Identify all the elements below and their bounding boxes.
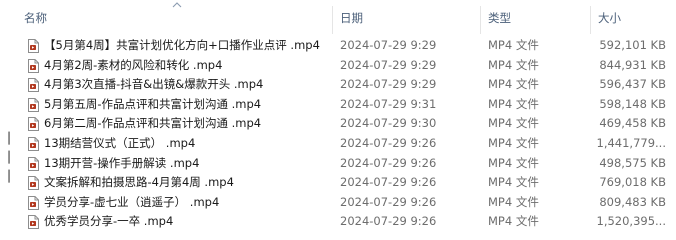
file-size: 598,148 KB (599, 96, 666, 111)
file-row[interactable]: 文案拆解和拍摄思路-4月第4周 .mp4 2024-07-29 9:26 MP4… (0, 173, 676, 193)
file-name: 5月第五周-作品点评和共富计划沟通 .mp4 (44, 96, 262, 111)
file-name: 学员分享-虚七业（逍遥子） .mp4 (44, 194, 220, 209)
file-row[interactable]: 优秀学员分享-一卒 .mp4 2024-07-29 9:26 MP4 文件 1,… (0, 212, 676, 232)
column-header-name-label: 名称 (24, 11, 47, 25)
file-type: MP4 文件 (488, 175, 539, 190)
file-row[interactable]: 4月第2周-素材的风险和转化 .mp4 2024-07-29 9:29 MP4 … (0, 56, 676, 76)
video-file-icon (28, 117, 39, 132)
file-date: 2024-07-29 9:26 (340, 194, 437, 209)
file-row[interactable]: 6月第二周-作品点评和共富计划沟通 .mp4 2024-07-29 9:30 M… (0, 114, 676, 134)
file-date: 2024-07-29 9:26 (340, 214, 437, 229)
chevron-up-icon (172, 2, 182, 8)
column-divider[interactable] (480, 6, 481, 34)
video-file-icon (28, 195, 39, 210)
column-header-date[interactable]: 日期 (334, 0, 478, 36)
file-size: 1,520,395... (596, 214, 667, 229)
video-file-icon (28, 58, 39, 73)
video-file-icon (28, 78, 39, 93)
file-row[interactable]: 4月第3次直播-抖音&出镜&爆款开头 .mp4 2024-07-29 9:29 … (0, 75, 676, 95)
column-header-type[interactable]: 类型 (482, 0, 588, 36)
file-name: 6月第二周-作品点评和共富计划沟通 .mp4 (44, 116, 262, 131)
file-name: 13期结营仪式（正式） .mp4 (44, 135, 196, 150)
file-size: 769,018 KB (599, 175, 666, 190)
file-size: 844,931 KB (599, 57, 666, 72)
video-file-icon (28, 97, 39, 112)
video-file-icon (28, 215, 39, 230)
file-row[interactable]: 13期结营仪式（正式） .mp4 2024-07-29 9:26 MP4 文件 … (0, 134, 676, 154)
video-file-icon (28, 39, 39, 53)
file-row[interactable]: 【5月第4周】共富计划优化方向+口播作业点评 .mp4 2024-07-29 9… (0, 36, 676, 56)
file-date: 2024-07-29 9:29 (340, 38, 437, 52)
file-row[interactable]: 13期开营-操作手册解读 .mp4 2024-07-29 9:26 MP4 文件… (0, 154, 676, 174)
file-date: 2024-07-29 9:26 (340, 135, 437, 150)
file-type: MP4 文件 (488, 135, 539, 150)
file-type: MP4 文件 (488, 214, 539, 229)
file-size: 596,437 KB (599, 77, 666, 92)
column-divider[interactable] (590, 6, 591, 34)
video-file-icon (28, 176, 39, 191)
file-type: MP4 文件 (488, 77, 539, 92)
file-size: 498,575 KB (599, 155, 666, 170)
column-header-date-label: 日期 (340, 11, 363, 25)
column-header-size-label: 大小 (598, 11, 621, 25)
file-list: 【5月第4周】共富计划优化方向+口播作业点评 .mp4 2024-07-29 9… (0, 36, 676, 232)
file-name: 文案拆解和拍摄思路-4月第4周 .mp4 (44, 175, 234, 190)
file-size: 1,441,779... (596, 135, 667, 150)
file-date: 2024-07-29 9:29 (340, 77, 437, 92)
column-divider[interactable] (332, 6, 333, 34)
file-type: MP4 文件 (488, 38, 539, 52)
file-date: 2024-07-29 9:30 (340, 116, 437, 131)
column-header-type-label: 类型 (488, 11, 511, 25)
file-type: MP4 文件 (488, 116, 539, 131)
column-header-size[interactable]: 大小 (592, 0, 676, 36)
file-row[interactable]: 学员分享-虚七业（逍遥子） .mp4 2024-07-29 9:26 MP4 文… (0, 193, 676, 213)
file-size: 809,483 KB (599, 194, 666, 209)
file-type: MP4 文件 (488, 57, 539, 72)
file-date: 2024-07-29 9:26 (340, 155, 437, 170)
file-date: 2024-07-29 9:31 (340, 96, 437, 111)
column-header-bar: 名称 日期 类型 大小 (0, 0, 676, 36)
file-type: MP4 文件 (488, 194, 539, 209)
file-name: 4月第2周-素材的风险和转化 .mp4 (44, 57, 223, 72)
file-row[interactable]: 5月第五周-作品点评和共富计划沟通 .mp4 2024-07-29 9:31 M… (0, 95, 676, 115)
video-file-icon (28, 136, 39, 151)
file-name: 优秀学员分享-一卒 .mp4 (44, 214, 174, 229)
video-file-icon (28, 156, 39, 171)
file-size: 469,458 KB (599, 116, 666, 131)
file-size: 592,101 KB (599, 38, 666, 52)
file-type: MP4 文件 (488, 96, 539, 111)
file-name: 【5月第4周】共富计划优化方向+口播作业点评 .mp4 (44, 38, 320, 52)
file-name: 4月第3次直播-抖音&出镜&爆款开头 .mp4 (44, 77, 264, 92)
file-date: 2024-07-29 9:29 (340, 57, 437, 72)
file-date: 2024-07-29 9:26 (340, 175, 437, 190)
file-type: MP4 文件 (488, 155, 539, 170)
file-name: 13期开营-操作手册解读 .mp4 (44, 155, 200, 170)
